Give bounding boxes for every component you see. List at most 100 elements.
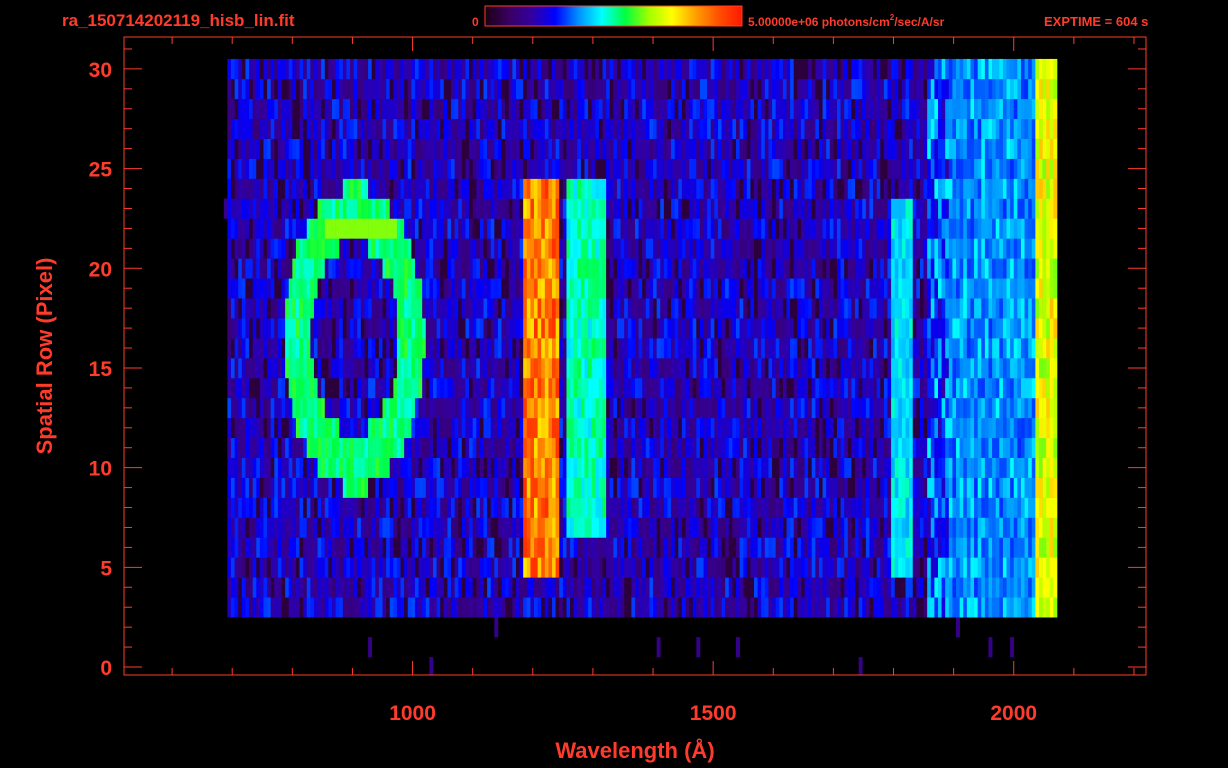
heatmap-cell (663, 557, 668, 578)
heatmap-cell (598, 417, 603, 439)
heatmap-cell (1035, 278, 1040, 299)
heatmap-cell (512, 477, 517, 498)
heatmap-cell (606, 278, 611, 299)
heatmap-cell (1006, 298, 1011, 319)
heatmap-cell (321, 298, 326, 319)
heatmap-cell (259, 397, 264, 419)
heatmap-cell (685, 577, 690, 598)
heatmap-cell (966, 557, 971, 578)
heatmap-cell (721, 497, 726, 518)
heatmap-cell (306, 198, 311, 219)
heatmap-cell (252, 537, 257, 558)
heatmap-cell (368, 417, 372, 439)
heatmap-cell (746, 577, 751, 598)
heatmap-cell (937, 377, 942, 399)
heatmap-cell (281, 457, 286, 478)
heatmap-cell (937, 597, 942, 618)
heatmap-cell (977, 278, 982, 299)
heatmap-cell (584, 318, 589, 339)
heatmap-cell (606, 258, 611, 279)
heatmap-cell (1010, 377, 1015, 399)
heatmap-cell (386, 298, 391, 319)
heatmap-cell (382, 537, 387, 558)
heatmap-cell (761, 318, 766, 339)
heatmap-cell (580, 517, 585, 538)
heatmap-cell (945, 198, 950, 219)
heatmap-cell (937, 338, 942, 359)
heatmap-cell (736, 278, 740, 299)
heatmap-cell (811, 318, 816, 339)
heatmap-cell (635, 557, 639, 578)
heatmap-cell (678, 537, 683, 558)
heatmap-cell (1038, 577, 1043, 598)
heatmap-cell (876, 417, 881, 439)
heatmap-cell (241, 497, 246, 518)
heatmap-cell (797, 437, 802, 458)
heatmap-cell (299, 298, 304, 319)
heatmap-cell (620, 218, 625, 239)
heatmap-cell (775, 218, 780, 239)
heatmap-cell (883, 278, 888, 299)
heatmap-cell (934, 557, 939, 578)
heatmap-cell (479, 198, 484, 219)
heatmap-cell (667, 597, 672, 618)
heatmap-cell (818, 318, 823, 339)
heatmap-cell (227, 278, 232, 299)
heatmap-cell (880, 298, 885, 319)
heatmap-cell (364, 597, 369, 618)
heatmap-cell (952, 397, 957, 419)
heatmap-cell (772, 497, 776, 518)
heatmap-cell (371, 577, 376, 598)
heatmap-cell (256, 357, 261, 379)
heatmap-cell (750, 417, 755, 439)
heatmap-cell (422, 437, 427, 458)
heatmap-cell (974, 577, 978, 598)
heatmap-cell (1046, 218, 1051, 239)
heatmap-cell (757, 437, 762, 458)
heatmap-cell (295, 298, 300, 319)
heatmap-cell (465, 377, 470, 399)
heatmap-cell (433, 557, 437, 578)
heatmap-cell (815, 457, 820, 478)
heatmap-cell (977, 517, 982, 538)
heatmap-cell (436, 318, 441, 339)
heatmap-cell (681, 298, 686, 319)
heatmap-cell (306, 278, 311, 299)
heatmap-cell (786, 298, 791, 319)
heatmap-cell (1024, 338, 1029, 359)
heatmap-cell (252, 357, 257, 379)
heatmap-cell (721, 397, 726, 419)
heatmap-cell (826, 597, 831, 618)
heatmap-cell (649, 477, 654, 498)
heatmap-cell (793, 597, 798, 618)
heatmap-cell (328, 477, 333, 498)
heatmap-cell (400, 577, 405, 598)
heatmap-cell (595, 258, 600, 279)
heatmap-cell (537, 517, 542, 538)
heatmap-cell (660, 477, 665, 498)
heatmap-cell (238, 437, 243, 458)
heatmap-cell (1031, 537, 1036, 558)
heatmap-cell (501, 597, 506, 618)
heatmap-cell (552, 397, 556, 419)
heatmap-cell (479, 218, 484, 239)
heatmap-cell (919, 537, 924, 558)
heatmap-cell (1017, 258, 1022, 279)
heatmap-cell (909, 517, 914, 538)
heatmap-cell (249, 437, 253, 458)
heatmap-cell (295, 178, 300, 199)
heatmap-cell (909, 357, 914, 379)
heatmap-cell (609, 198, 614, 219)
heatmap-cell (725, 577, 730, 598)
heatmap-cell (1020, 597, 1025, 618)
heatmap-cell (880, 417, 885, 439)
heatmap-cell (797, 377, 802, 399)
heatmap-cell (717, 577, 722, 598)
heatmap-cell (891, 338, 896, 359)
heatmap-cell (905, 577, 910, 598)
heatmap-cell (497, 597, 502, 618)
heatmap-cell (974, 597, 978, 618)
heatmap-cell (775, 477, 780, 498)
heatmap-cell (292, 537, 297, 558)
heatmap-cell (761, 397, 766, 419)
